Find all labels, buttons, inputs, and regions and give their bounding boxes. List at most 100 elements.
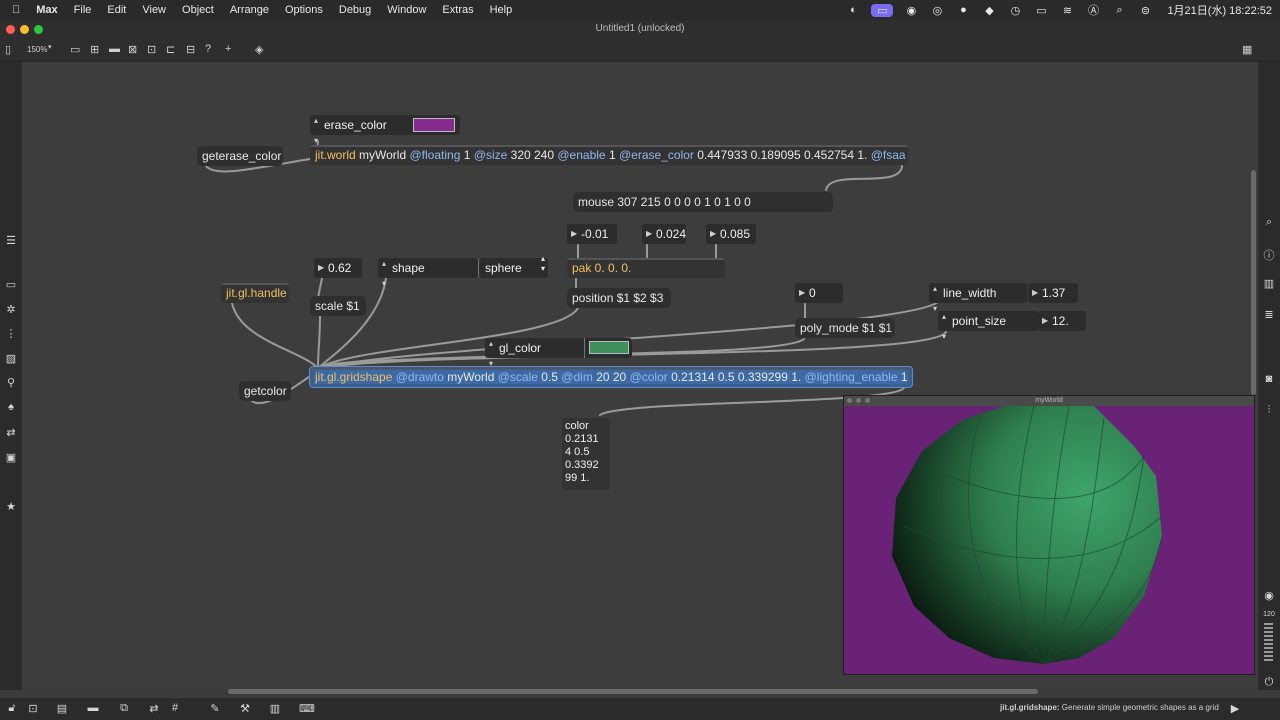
zoom-level[interactable]: 150% [27,43,47,57]
podcast-icon[interactable]: ◉ [903,4,919,17]
render-minimize-button[interactable] [856,398,861,403]
object-icon[interactable]: ▭ [3,278,19,292]
horizontal-scrollbar[interactable] [228,689,1038,694]
shape-attrui[interactable]: ▴ ▾ shape [378,258,478,288]
keyboard-icon[interactable]: ⌨ [299,702,315,716]
help-icon[interactable]: ? [205,43,211,57]
frame-icon[interactable]: ▣ [3,451,19,465]
list-icon[interactable]: ☰ [3,234,19,248]
layer-icon[interactable]: ⊟ [186,43,195,57]
menu-file[interactable]: File [66,0,100,20]
gl-color-attrui[interactable]: ▴ ▾ gl_color [485,338,585,368]
control-center-icon[interactable]: ⊜ [1137,4,1153,17]
chat-icon[interactable]: ● [955,4,971,16]
presentation-icon[interactable]: ▭ [70,43,80,57]
cc-icon[interactable]: ◐ [845,4,861,16]
geterase-color-message[interactable]: geterase_color [197,146,283,166]
package-icon[interactable]: ♠ [3,401,19,415]
point-size-number[interactable]: ▶ 12. [1038,311,1086,331]
number-polymode[interactable]: ▶ 0 [795,283,843,303]
comment-icon[interactable]: ▬ [86,702,100,716]
scale-message[interactable]: scale $1 [310,296,366,316]
comment-icon[interactable]: ▬ [109,43,120,57]
menu-window[interactable]: Window [379,0,434,20]
shape-menu[interactable]: sphere ▴ ▾ [478,254,548,278]
menu-view[interactable]: View [134,0,174,20]
zoom-button[interactable] [34,25,43,34]
power-icon[interactable]: ⏻ [1261,676,1277,690]
render-zoom-button[interactable] [865,398,870,403]
print-message-box[interactable]: color 0.2131 4 0.5 0.3392 99 1. [562,418,610,490]
line-width-attrui[interactable]: ▴ ▾ line_width [929,283,1027,313]
paint-bucket-icon[interactable]: ◈ [255,43,263,57]
position-message[interactable]: position $1 $2 $3 [567,288,671,308]
link-icon[interactable]: ⚲ [3,376,19,390]
piano-icon[interactable]: ▥ [268,702,282,716]
pak-object[interactable]: pak 0. 0. 0. [567,258,725,278]
debug-icon[interactable]: ✎ [208,702,222,716]
history-icon[interactable]: ◷ [1007,4,1023,17]
wrench-icon[interactable]: ⚒ [238,702,252,716]
zoom-chevron-icon[interactable]: ▾ [48,43,52,57]
menu-arrange[interactable]: Arrange [222,0,277,20]
search-icon[interactable]: ⌕ [1111,4,1127,17]
minimize-button[interactable] [20,25,29,34]
menu-options[interactable]: Options [277,0,331,20]
sidebar-toggle-icon[interactable]: ▯ [5,43,11,57]
input-a-icon[interactable]: Ⓐ [1085,2,1101,18]
number-y[interactable]: ▶ 0.024 [642,224,686,244]
info-icon[interactable]: ⓘ [1261,247,1277,262]
grid-view-icon[interactable]: ▦ [1242,43,1252,57]
battery-icon[interactable]: ▭ [1033,4,1049,17]
subpatch-icon[interactable]: ⊏ [166,43,175,57]
play-icon[interactable]: ▶ [1228,702,1242,716]
menu-object[interactable]: Object [174,0,222,20]
jit-world-object[interactable]: jit.world myWorld @floating 1 @size 320 … [310,145,908,165]
apple-icon[interactable]:  [0,0,28,20]
number-scale[interactable]: ▶ 0.62 [314,258,362,278]
render-window[interactable]: myWorld [843,395,1255,675]
edit-icon[interactable]: ⊡ [26,702,40,716]
wifi-icon[interactable]: ≋ [1059,4,1075,17]
jit-gl-handle-object[interactable]: jit.gl.handle [221,283,289,303]
screen-share-icon[interactable]: ▭ [871,3,894,17]
gl-color-swatch[interactable] [589,341,629,354]
dsp-icon[interactable]: ◉ [1261,589,1277,603]
swap-icon[interactable]: ⇄ [3,426,19,440]
search-icon[interactable]: ⌕ [1261,216,1277,230]
jit-gl-gridshape-object[interactable]: jit.gl.gridshape @drawto myWorld @scale … [309,366,913,388]
sliders-icon[interactable]: ⋮ [3,327,19,341]
menu-help[interactable]: Help [482,0,521,20]
number-z[interactable]: ▶ 0.085 [706,224,756,244]
delete-icon[interactable]: ⊠ [128,43,137,57]
snapshot-icon[interactable]: ⊡ [147,43,156,57]
getcolor-message[interactable]: getcolor [239,381,291,401]
sliders-icon[interactable]: ⫶ [1261,404,1277,418]
add-icon[interactable]: + [225,43,231,57]
star-icon[interactable]: ★ [3,500,19,514]
cube-icon[interactable]: ◆ [981,4,997,17]
close-button[interactable] [6,25,15,34]
polymode-message[interactable]: poly_mode $1 $1 [795,318,895,338]
number-x[interactable]: ▶ -0.01 [567,224,617,244]
presentation-icon[interactable]: ▤ [55,702,69,716]
mixer-icon[interactable]: ⇄ [147,702,161,716]
clock[interactable]: 1月21日(水) 18:22:52 [1167,2,1272,18]
grid-icon[interactable]: # [168,702,182,716]
erase-color-swatch[interactable] [413,118,455,132]
grid-icon[interactable]: ⊞ [90,43,99,57]
erase-color-attrui[interactable]: ▴ ▾ erase_color [310,115,410,145]
point-size-attrui[interactable]: ▴ ▾ point_size [938,311,1038,341]
camera-icon[interactable]: ◙ [1261,373,1277,387]
menu-extras[interactable]: Extras [434,0,481,20]
list-icon[interactable]: ≣ [1261,308,1277,322]
lock-icon[interactable]: 🔓︎ [5,702,19,716]
audio-icon[interactable]: ✲ [3,303,19,317]
window-icon[interactable]: ⧉ [117,702,131,716]
render-close-button[interactable] [847,398,852,403]
image-icon[interactable]: ▨ [3,352,19,366]
render-window-titlebar[interactable]: myWorld [844,396,1254,406]
menu-max[interactable]: Max [28,0,65,20]
line-width-number[interactable]: ▶ 1.37 [1028,283,1078,303]
menu-edit[interactable]: Edit [99,0,134,20]
